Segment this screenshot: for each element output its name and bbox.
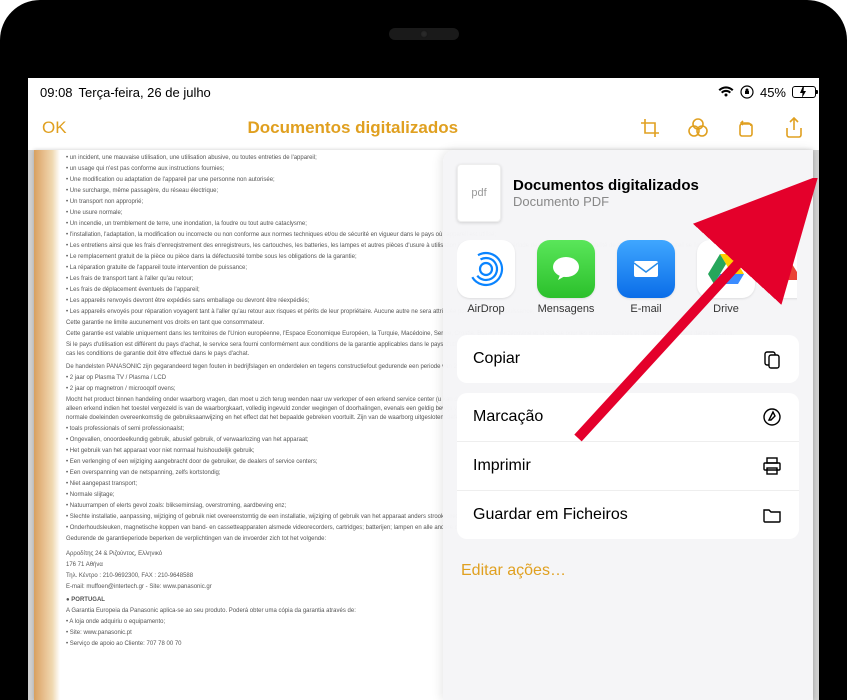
- share-app-row: AirDrop Mensagens E-mail: [457, 240, 799, 315]
- drive-app[interactable]: Drive: [697, 240, 755, 315]
- share-icon[interactable]: [783, 117, 805, 139]
- drive-label: Drive: [713, 303, 739, 315]
- ok-button[interactable]: OK: [42, 118, 67, 138]
- rotation-lock-icon: [740, 85, 754, 99]
- screen: 09:08 Terça-feira, 26 de julho 45%: [28, 78, 819, 700]
- copy-action[interactable]: Copiar: [457, 335, 799, 383]
- camera-notch: [389, 28, 459, 40]
- save-files-action[interactable]: Guardar em Ficheiros: [457, 491, 799, 539]
- airdrop-app[interactable]: AirDrop: [457, 240, 515, 315]
- front-camera: [420, 30, 428, 38]
- print-action[interactable]: Imprimir: [457, 442, 799, 491]
- markup-label: Marcação: [473, 408, 543, 426]
- battery-icon: [792, 86, 807, 98]
- crop-icon[interactable]: [639, 117, 661, 139]
- pdf-thumbnail-icon: pdf: [457, 164, 501, 222]
- markup-icon: [761, 406, 783, 428]
- status-left: 09:08 Terça-feira, 26 de julho: [40, 85, 211, 100]
- status-bar: 09:08 Terça-feira, 26 de julho 45%: [28, 78, 819, 106]
- status-time: 09:08: [40, 85, 73, 100]
- filter-icon[interactable]: [687, 117, 709, 139]
- markup-action[interactable]: Marcação: [457, 393, 799, 442]
- nav-actions: [639, 117, 805, 139]
- edit-actions-link[interactable]: Editar ações…: [457, 549, 799, 593]
- nav-bar: OK Documentos digitalizados: [28, 106, 819, 150]
- status-right: 45%: [718, 85, 807, 100]
- messages-icon: [537, 240, 595, 298]
- drive-icon: [697, 240, 755, 298]
- battery-percent: 45%: [760, 85, 786, 100]
- document-spine: [34, 150, 60, 700]
- next-app-icon: [777, 240, 797, 298]
- folder-icon: [761, 504, 783, 526]
- messages-app[interactable]: Mensagens: [537, 240, 595, 315]
- wifi-icon: [718, 86, 734, 98]
- email-app[interactable]: E-mail: [617, 240, 675, 315]
- ipad-frame: 09:08 Terça-feira, 26 de julho 45%: [0, 0, 847, 700]
- action-list-1: Copiar: [457, 335, 799, 383]
- share-doc-type: Documento PDF: [513, 194, 699, 209]
- email-icon: [617, 240, 675, 298]
- share-sheet: pdf Documentos digitalizados Documento P…: [443, 150, 813, 700]
- share-header: pdf Documentos digitalizados Documento P…: [457, 164, 799, 222]
- next-app-partial[interactable]: [777, 240, 797, 315]
- copy-icon: [761, 348, 783, 370]
- airdrop-icon: [457, 240, 515, 298]
- copy-label: Copiar: [473, 350, 520, 368]
- airdrop-label: AirDrop: [467, 303, 504, 315]
- save-files-label: Guardar em Ficheiros: [473, 506, 628, 524]
- print-icon: [761, 455, 783, 477]
- action-list-2: Marcação Imprimir Guardar em Ficheiros: [457, 393, 799, 539]
- rotate-icon[interactable]: [735, 117, 757, 139]
- status-date: Terça-feira, 26 de julho: [79, 85, 211, 100]
- print-label: Imprimir: [473, 457, 531, 475]
- share-doc-title: Documentos digitalizados: [513, 177, 699, 194]
- messages-label: Mensagens: [538, 303, 595, 315]
- nav-title: Documentos digitalizados: [247, 118, 458, 138]
- email-label: E-mail: [630, 303, 661, 315]
